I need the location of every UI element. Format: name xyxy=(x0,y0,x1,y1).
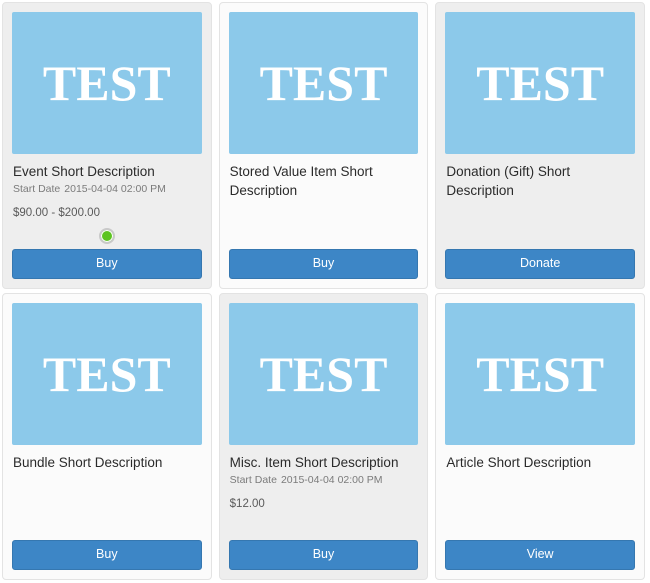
start-date-label: Start Date xyxy=(13,183,61,195)
product-start-date xyxy=(446,201,634,216)
product-thumbnail[interactable]: TEST xyxy=(445,303,635,445)
product-thumbnail[interactable]: TEST xyxy=(12,303,202,445)
start-date-value: 2015-04-04 02:00 PM xyxy=(280,474,383,486)
product-card-footer: Buy xyxy=(220,540,428,579)
product-price: $12.00 xyxy=(229,498,265,510)
buy-button[interactable]: Buy xyxy=(228,540,419,570)
thumbnail-placeholder-text: TEST xyxy=(476,55,605,111)
product-card[interactable]: TEST Misc. Item Short Description Start … xyxy=(218,293,429,580)
donate-button[interactable]: Donate xyxy=(445,249,635,279)
start-date-label: Start Date xyxy=(229,474,277,486)
product-catalog-grid: TEST Event Short Description Start Date 2… xyxy=(0,0,650,583)
product-card[interactable]: TEST Article Short Description View xyxy=(435,293,645,580)
product-start-date: Start Date 2015-04-04 02:00 PM xyxy=(13,182,201,197)
product-thumbnail[interactable]: TEST xyxy=(228,303,419,445)
view-button[interactable]: View xyxy=(445,540,635,570)
product-start-date xyxy=(230,201,418,216)
product-card-footer: Donate xyxy=(436,249,644,288)
buy-button[interactable]: Buy xyxy=(228,249,419,279)
thumbnail-placeholder-text: TEST xyxy=(259,55,388,111)
product-title: Donation (Gift) Short Description xyxy=(446,164,571,198)
thumbnail-placeholder-text: TEST xyxy=(42,55,171,111)
product-price: $90.00 - $200.00 xyxy=(13,207,100,219)
buy-button[interactable]: Buy xyxy=(12,249,202,279)
product-card-body: Bundle Short Description xyxy=(3,445,211,540)
product-title: Bundle Short Description xyxy=(13,455,163,470)
product-status-row xyxy=(13,228,201,244)
product-thumbnail[interactable]: TEST xyxy=(12,12,202,154)
thumbnail-placeholder-text: TEST xyxy=(259,346,388,402)
product-card[interactable]: TEST Bundle Short Description Buy xyxy=(2,293,212,580)
product-title: Misc. Item Short Description xyxy=(229,455,399,470)
product-title: Event Short Description xyxy=(13,164,155,179)
start-date-value: 2015-04-04 02:00 PM xyxy=(64,183,166,195)
product-card-footer: Buy xyxy=(3,540,211,579)
product-start-date xyxy=(13,473,201,488)
product-start-date: Start Date 2015-04-04 02:00 PM xyxy=(230,473,418,488)
product-card-body: Article Short Description xyxy=(436,445,644,540)
product-thumbnail[interactable]: TEST xyxy=(445,12,635,154)
product-thumbnail[interactable]: TEST xyxy=(228,12,419,154)
product-card-footer: View xyxy=(436,540,644,579)
product-card-body: Donation (Gift) Short Description xyxy=(436,154,644,249)
product-title: Article Short Description xyxy=(446,455,592,470)
product-card-body: Event Short Description Start Date 2015-0… xyxy=(3,154,211,249)
product-card[interactable]: TEST Donation (Gift) Short Description D… xyxy=(435,2,645,289)
thumbnail-placeholder-text: TEST xyxy=(476,346,605,402)
product-card[interactable]: TEST Stored Value Item Short Description… xyxy=(218,2,429,289)
product-start-date xyxy=(446,473,634,488)
product-card-footer: Buy xyxy=(220,249,428,288)
status-available-icon xyxy=(98,228,115,244)
product-title: Stored Value Item Short Description xyxy=(229,164,373,198)
product-card-body: Misc. Item Short Description Start Date 2… xyxy=(220,445,428,540)
thumbnail-placeholder-text: TEST xyxy=(42,346,171,402)
product-card-body: Stored Value Item Short Description xyxy=(220,154,428,249)
product-card[interactable]: TEST Event Short Description Start Date 2… xyxy=(2,2,212,289)
product-card-footer: Buy xyxy=(3,249,211,288)
buy-button[interactable]: Buy xyxy=(12,540,202,570)
